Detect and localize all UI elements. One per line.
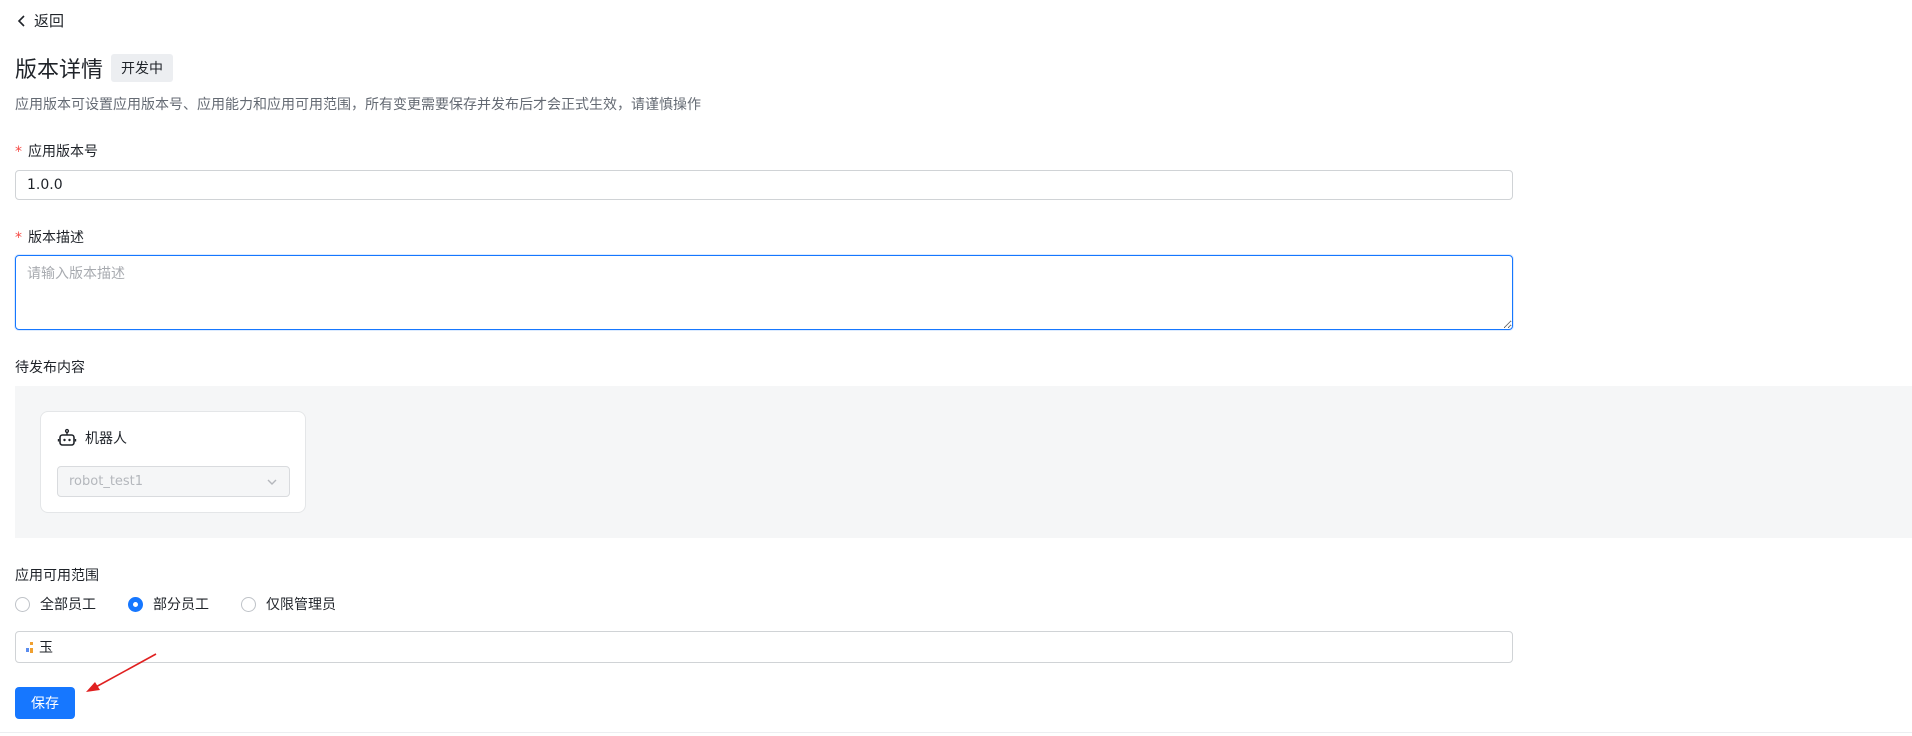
member-select-field[interactable]: 玉 [15, 631, 1513, 663]
status-badge: 开发中 [111, 54, 174, 82]
required-mark: * [15, 144, 22, 160]
member-name: 玉 [39, 640, 53, 656]
radio-circle-icon [241, 596, 256, 612]
version-label-text: 应用版本号 [28, 144, 98, 160]
radio-checked-icon [128, 596, 143, 612]
scope-label: 应用可用范围 [15, 568, 99, 584]
robot-card-title: 机器人 [85, 431, 127, 447]
robot-icon [57, 428, 77, 446]
page-description: 应用版本可设置应用版本号、应用能力和应用可用范围，所有变更需要保存并发布后才会正… [15, 97, 701, 113]
save-button[interactable]: 保存 [15, 687, 75, 719]
title-row: 版本详情 开发中 [15, 52, 174, 84]
back-link[interactable]: 返回 [16, 10, 64, 31]
version-desc-textarea[interactable] [15, 255, 1513, 330]
member-chip[interactable]: 玉 [26, 637, 53, 657]
robot-card: 机器人 robot_test1 [40, 411, 306, 513]
page-title: 版本详情 [15, 58, 104, 83]
radio-admins-only[interactable]: 仅限管理员 [241, 594, 336, 614]
radio-label: 仅限管理员 [266, 597, 336, 613]
robot-card-header: 机器人 [57, 428, 127, 448]
publish-label: 待发布内容 [15, 360, 85, 376]
radio-all-employees[interactable]: 全部员工 [15, 594, 96, 614]
member-avatar-icon [26, 642, 33, 653]
annotation-arrow-icon [86, 653, 157, 692]
version-input[interactable] [15, 170, 1513, 200]
radio-circle-icon [15, 596, 30, 612]
scope-radio-group: 全部员工 部分员工 仅限管理员 [15, 594, 336, 614]
robot-select-value: robot_test1 [69, 474, 144, 489]
radio-label: 部分员工 [153, 597, 209, 613]
version-label: * 应用版本号 [15, 141, 98, 161]
radio-label: 全部员工 [40, 597, 96, 613]
bottom-divider [0, 732, 1912, 733]
version-desc-label: * 版本描述 [15, 227, 84, 247]
back-label: 返回 [34, 12, 65, 30]
required-mark: * [15, 230, 22, 246]
version-desc-label-text: 版本描述 [28, 230, 84, 246]
radio-some-employees[interactable]: 部分员工 [128, 594, 209, 614]
chevron-down-icon [267, 479, 277, 485]
chevron-left-icon [17, 14, 25, 27]
robot-select[interactable]: robot_test1 [57, 466, 290, 497]
